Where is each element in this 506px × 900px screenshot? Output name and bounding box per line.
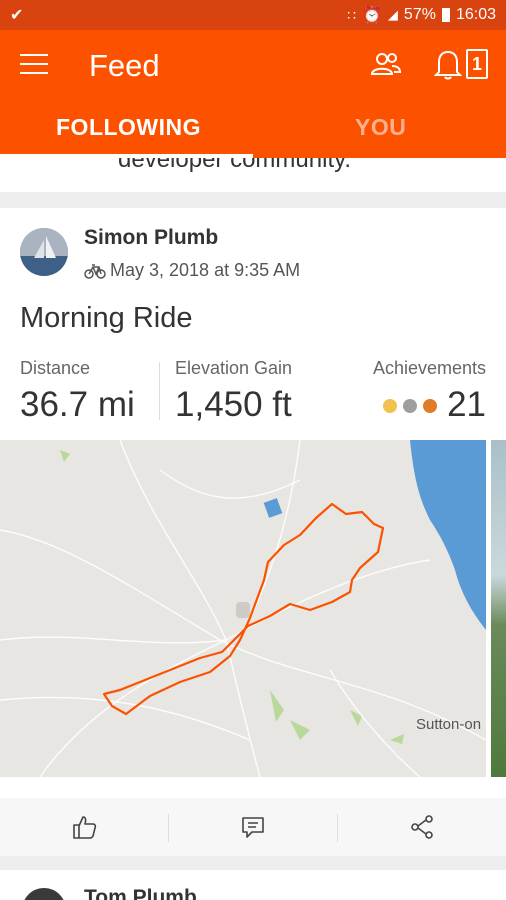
action-bar	[0, 798, 506, 856]
previous-feed-card[interactable]: developer community.	[0, 158, 506, 192]
stat-elevation: Elevation Gain 1,450 ft	[175, 358, 292, 425]
activity-meta: May 3, 2018 at 9:35 AM	[84, 260, 300, 281]
stat-distance: Distance 36.7 mi	[20, 358, 135, 425]
stat-value: 36.7 mi	[20, 385, 135, 424]
photo-thumbnail[interactable]	[491, 440, 506, 777]
stat-label: Achievements	[372, 358, 486, 378]
silver-medal-icon	[403, 397, 418, 413]
stat-divider	[159, 362, 160, 420]
bell-icon[interactable]	[434, 48, 462, 80]
check-icon: ✔	[10, 7, 24, 24]
stat-achievements: Achievements 21	[373, 358, 486, 425]
app-bar: Feed 1 FOLLOWING YOU	[0, 30, 506, 158]
bike-icon	[84, 263, 106, 279]
athlete-name[interactable]: Tom Plumb	[84, 886, 197, 900]
bluetooth-icon: ∷	[347, 6, 356, 23]
next-feed-card[interactable]: Tom Plumb	[0, 870, 506, 900]
kudos-button[interactable]	[0, 798, 168, 856]
stat-label: Elevation Gain	[175, 358, 293, 378]
activity-title[interactable]: Morning Ride	[20, 302, 192, 335]
tab-following[interactable]: FOLLOWING	[56, 114, 201, 141]
map-place-label: Sutton-on	[416, 716, 482, 733]
route-map[interactable]: Sutton-on	[0, 440, 486, 777]
activity-card: Simon Plumb May 3, 2018 at 9:35 AM Morni…	[0, 208, 506, 856]
achievement-count: 21	[447, 385, 486, 424]
bronze-medal-icon	[423, 397, 438, 413]
stat-value: 1,450 ft	[175, 385, 292, 424]
notification-badge[interactable]: 1	[466, 49, 488, 79]
tab-you[interactable]: YOU	[355, 114, 406, 141]
menu-icon[interactable]	[20, 54, 48, 74]
share-icon	[411, 815, 433, 839]
share-button[interactable]	[338, 798, 506, 856]
comment-icon	[242, 817, 264, 838]
athlete-name[interactable]: Simon Plumb	[84, 226, 218, 250]
feed-tabs: FOLLOWING YOU	[0, 114, 506, 154]
avatar[interactable]	[20, 228, 68, 276]
previous-card-text: developer community.	[118, 158, 351, 173]
battery-percent: 57%	[403, 6, 436, 23]
clock: 16:03	[455, 6, 496, 23]
thumbs-up-icon	[73, 816, 97, 839]
comment-button[interactable]	[169, 798, 337, 856]
avatar[interactable]	[22, 888, 66, 900]
page-title: Feed	[89, 48, 160, 83]
stat-label: Distance	[20, 358, 91, 378]
activity-date: May 3, 2018 at 9:35 AM	[110, 260, 301, 280]
battery-icon	[441, 8, 450, 22]
status-bar: ✔ ∷ ⏰ ◢ 57% 16:03	[0, 0, 506, 30]
gold-medal-icon	[383, 397, 398, 413]
signal-icon: ◢	[387, 7, 398, 22]
alarm-icon: ⏰	[362, 7, 382, 24]
athletes-icon[interactable]	[370, 50, 402, 78]
